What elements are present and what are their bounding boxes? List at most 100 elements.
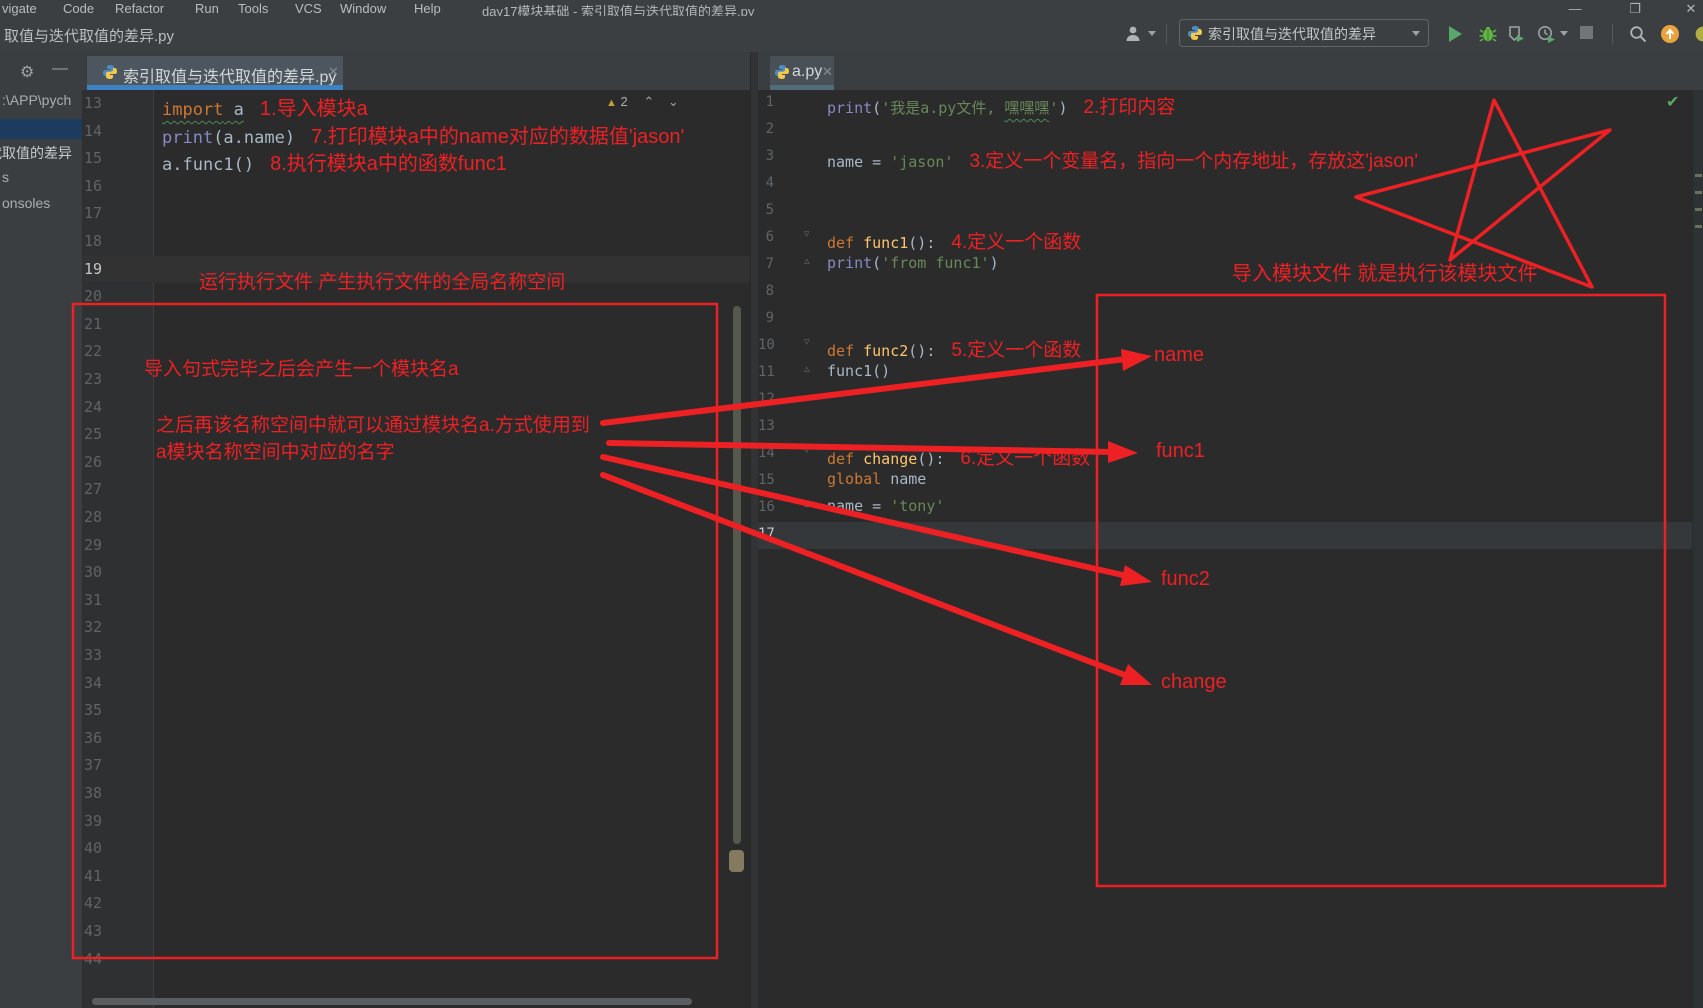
left-editor-hscrollbar[interactable] (92, 998, 692, 1005)
project-item-s[interactable]: s (2, 169, 9, 185)
project-item-module[interactable]: 代取值的差异 (0, 143, 72, 163)
profiler-caret-icon[interactable] (1560, 31, 1568, 36)
inspections-ok-icon[interactable]: ✔ (1666, 92, 1679, 112)
line-number: 14 (83, 121, 102, 140)
left-editor[interactable]: 13 import a 1.导入模块a 14 print(a.name) 7.打印模块a中… (82, 90, 750, 1008)
warning-count: 2 (620, 94, 628, 109)
line-number: 6 (765, 229, 774, 245)
user-dropdown-icon[interactable] (1148, 31, 1156, 36)
code-line: 42 (82, 890, 750, 918)
tab-right-file[interactable]: a.py ✕ (770, 56, 834, 90)
tab-left-file[interactable]: 索引取值与迭代取值的差异.py ✕ (87, 56, 343, 90)
minimize-button[interactable]: — (1562, 1, 1588, 16)
code-line: 36 (82, 725, 750, 753)
line-number: 38 (83, 784, 102, 802)
menu-refactor[interactable]: Refactor (115, 1, 164, 16)
menu-tools[interactable]: Tools (238, 1, 268, 16)
code-line: 12 (758, 387, 1692, 414)
search-icon[interactable] (1628, 23, 1648, 45)
menu-navigate[interactable]: vigate (2, 1, 37, 16)
left-editor-vscroll-mark[interactable] (729, 850, 744, 872)
line-number: 37 (83, 756, 102, 775)
fold-end-icon[interactable]: ▵ (804, 254, 810, 267)
fold-end-icon[interactable]: ▵ (804, 362, 810, 375)
update-icon[interactable] (1658, 23, 1682, 45)
line-number: 25 (83, 425, 102, 444)
close-tab-icon[interactable]: ✕ (822, 64, 833, 80)
code-line: 4 (758, 171, 1692, 198)
fold-end-icon[interactable]: ▵ (804, 497, 810, 510)
code-text: def func2(): 5.定义一个函数 (827, 340, 1082, 361)
menu-code[interactable]: Code (63, 1, 94, 16)
menu-run[interactable]: Run (195, 1, 219, 16)
run-coverage-icon[interactable] (1506, 23, 1526, 45)
profiler-icon[interactable] (1536, 23, 1556, 45)
right-editor[interactable]: 1 print('我是a.py文件, 嘿嘿嘿') 2.打印内容 2 3 name = 'j… (758, 90, 1703, 1008)
code-line: 14 print(a.name) 7.打印模块a中的name对应的数据值'jason… (82, 118, 750, 148)
error-stripe[interactable] (1692, 90, 1703, 1008)
close-button[interactable]: ✕ (1678, 1, 1703, 17)
user-icon[interactable] (1124, 23, 1144, 45)
line-number: 3 (765, 148, 774, 164)
code-line: 21 (82, 311, 750, 339)
tab-title: 索引取值与迭代取值的差异.py (123, 69, 337, 86)
code-line: 15 a.func1() 8.执行模块a中的函数func1 (82, 145, 750, 175)
note-use-1: 之后再该名称空间中就可以通过模块名a.方式使用到 (156, 415, 590, 436)
code-line: 9 (758, 306, 1692, 333)
breadcrumb[interactable]: 取值与迭代取值的差异.py (4, 25, 174, 46)
project-selected-item[interactable] (0, 119, 82, 139)
stop-icon[interactable] (1580, 26, 1593, 39)
next-warning-icon[interactable]: ⌄ (668, 94, 679, 109)
tab-title: a.py (792, 63, 823, 80)
left-editor-vscrollbar[interactable] (733, 306, 741, 844)
line-number: 19 (83, 259, 102, 278)
project-panel[interactable]: ⚙ — :\APP\pych 代取值的差异 s onsoles (0, 52, 82, 1008)
line-number: 17 (758, 526, 775, 542)
menu-help[interactable]: Help (414, 1, 441, 16)
code-line: 33 (82, 642, 750, 670)
line-number: 7 (765, 256, 774, 272)
code-line: 40 (82, 835, 750, 863)
line-number: 9 (765, 310, 774, 326)
gear-icon[interactable]: ⚙ (20, 62, 34, 82)
line-number: 40 (83, 839, 102, 858)
note-use-2: a模块名称空间中对应的名字 (156, 442, 395, 463)
project-path-item[interactable]: :\APP\pych (2, 92, 71, 108)
edge-icon[interactable] (1694, 23, 1703, 45)
line-number: 28 (83, 508, 102, 526)
menu-window[interactable]: Window (340, 1, 386, 16)
code-line: 16 (82, 173, 750, 201)
red-inline-annotation: 2.打印内容 (1083, 97, 1176, 118)
fold-start-icon[interactable]: ▿ (804, 227, 810, 240)
maximize-button[interactable]: ❐ (1622, 1, 1648, 17)
code-line: 2 (758, 117, 1692, 144)
close-tab-icon[interactable]: ✕ (328, 64, 339, 80)
line-number: 11 (758, 364, 775, 380)
inspection-widget[interactable]: ▲ 2 ⌃ ⌄ (606, 94, 679, 110)
code-line: 3 name = 'jason' 3.定义一个变量名，指向一个内存地址，存放这'ja… (758, 144, 1692, 172)
code-line: 31 (82, 587, 750, 615)
code-text: global name (827, 470, 927, 488)
note-import-executes: 导入模块文件 就是执行该模块文件 (1232, 263, 1538, 285)
hide-panel-icon[interactable]: — (52, 60, 68, 78)
debug-icon[interactable] (1478, 23, 1498, 45)
project-item-consoles[interactable]: onsoles (2, 195, 50, 211)
line-number: 31 (83, 590, 102, 609)
pycharm-window: vigate Code Refactor Run Tools VCS Windo… (0, 0, 1703, 1008)
fold-start-icon[interactable]: ▿ (804, 335, 810, 348)
prev-warning-icon[interactable]: ⌃ (643, 94, 654, 109)
fold-start-icon[interactable]: ▿ (804, 443, 810, 456)
code-text: func1() (827, 362, 891, 380)
code-line: 1 print('我是a.py文件, 嘿嘿嘿') 2.打印内容 (758, 90, 1692, 118)
code-line: 13 (758, 414, 1692, 441)
line-number: 12 (758, 391, 775, 407)
run-config-select[interactable]: 索引取值与迭代取值的差异 (1179, 19, 1429, 47)
line-number: 35 (83, 701, 102, 720)
code-line: 16 ▵ name = 'tony' (758, 495, 1692, 522)
line-number: 18 (83, 232, 102, 250)
code-line: 43 (82, 918, 750, 946)
code-line: 18 (82, 228, 750, 256)
menu-vcs[interactable]: VCS (295, 1, 322, 16)
python-icon (775, 65, 789, 79)
run-icon[interactable] (1449, 26, 1462, 42)
